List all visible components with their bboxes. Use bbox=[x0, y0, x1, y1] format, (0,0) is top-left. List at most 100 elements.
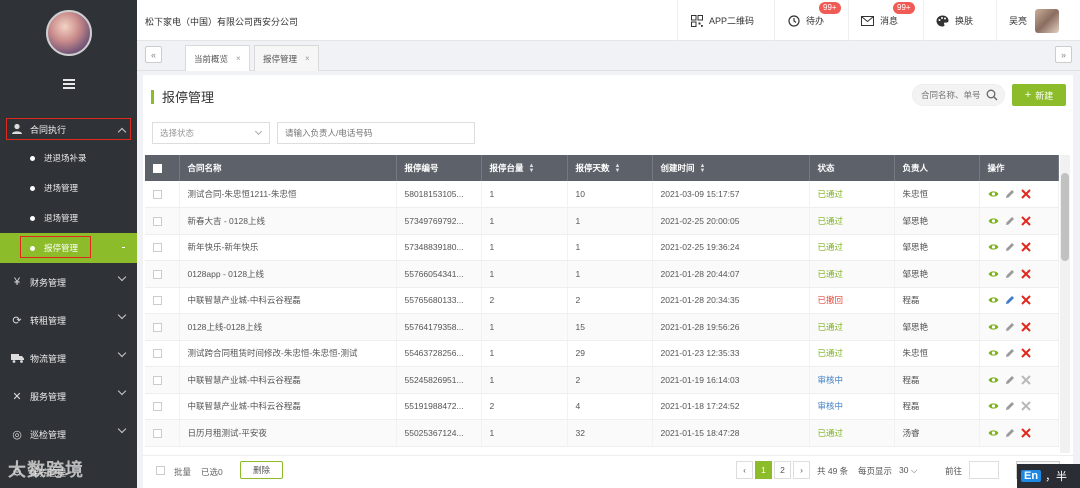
table-scrollbar[interactable] bbox=[1060, 155, 1070, 453]
new-button[interactable]: + 新建 bbox=[1012, 84, 1066, 106]
view-icon[interactable] bbox=[988, 429, 999, 437]
edit-icon[interactable] bbox=[1005, 428, 1015, 438]
view-icon[interactable] bbox=[988, 349, 999, 357]
view-icon[interactable] bbox=[988, 243, 999, 251]
view-icon[interactable] bbox=[988, 270, 999, 278]
sidebar-group-inspection[interactable]: ◎ 巡检管理 bbox=[0, 415, 137, 453]
view-icon[interactable] bbox=[988, 402, 999, 410]
table-row[interactable]: 0128app - 0128上线 55766054341... 1 1 2021-01-… bbox=[145, 260, 1059, 288]
cell-suspension-no: 57349769792... bbox=[396, 207, 482, 235]
search-box[interactable] bbox=[912, 84, 1005, 106]
sidebar-group-contract[interactable]: 合同执行 bbox=[0, 115, 137, 143]
delete-icon[interactable] bbox=[1020, 295, 1031, 305]
sort-icon[interactable]: ▲ ▼ bbox=[529, 163, 535, 174]
app-qr-button[interactable]: APP二维码 bbox=[677, 0, 766, 41]
table-row[interactable]: 日历月租测试-平安夜 55025367124... 1 32 2021-01-15 18… bbox=[145, 419, 1059, 447]
sidebar-item-exit-management[interactable]: 退场管理 bbox=[0, 203, 137, 233]
close-icon[interactable]: × bbox=[305, 54, 310, 63]
edit-icon[interactable] bbox=[1005, 216, 1015, 226]
skin-button[interactable]: 换肤 bbox=[923, 0, 985, 41]
delete-icon[interactable] bbox=[1020, 322, 1031, 332]
view-icon[interactable] bbox=[988, 217, 999, 225]
col-created-time[interactable]: 创建时间 ▲ ▼ bbox=[652, 155, 810, 181]
view-icon[interactable] bbox=[988, 323, 999, 331]
delete-icon[interactable] bbox=[1020, 375, 1031, 385]
tabs-next-button[interactable]: » bbox=[1055, 46, 1072, 63]
tabs-prev-button[interactable]: « bbox=[145, 46, 162, 63]
table-row[interactable]: 中联智慧产业城-中科云谷程磊 55245826951... 1 2 2021-01-19… bbox=[145, 366, 1059, 394]
goto-page-input[interactable] bbox=[969, 461, 999, 479]
delete-button[interactable]: 删除 bbox=[240, 461, 283, 479]
delete-icon[interactable] bbox=[1020, 428, 1031, 438]
edit-icon[interactable] bbox=[1005, 401, 1015, 411]
user-menu[interactable]: 吴亮 bbox=[996, 0, 1080, 41]
sidebar-avatar[interactable] bbox=[45, 10, 92, 56]
edit-icon[interactable] bbox=[1005, 322, 1015, 332]
sort-icon[interactable]: ▲ ▼ bbox=[700, 163, 706, 174]
row-checkbox[interactable] bbox=[153, 190, 162, 200]
sidebar-group-logistics[interactable]: 物流管理 bbox=[0, 339, 137, 377]
edit-icon[interactable] bbox=[1005, 269, 1015, 279]
messages-button[interactable]: 消息 99+ bbox=[848, 0, 915, 41]
tab-suspension[interactable]: 报停管理 × bbox=[254, 45, 319, 71]
table-row[interactable]: 新年快乐-新年快乐 57348839180... 1 1 2021-02-25 19:3… bbox=[145, 234, 1059, 261]
page-1[interactable]: 1 bbox=[755, 461, 772, 479]
row-checkbox[interactable] bbox=[153, 375, 162, 385]
status-select[interactable]: 选择状态 bbox=[152, 122, 270, 144]
row-checkbox[interactable] bbox=[153, 349, 162, 359]
table-row[interactable]: 新春大吉 - 0128上线 57349769792... 1 1 2021-02-25 … bbox=[145, 207, 1059, 235]
per-page-select[interactable]: 30 ⌵ bbox=[899, 465, 917, 476]
edit-icon[interactable] bbox=[1005, 242, 1015, 252]
table-row[interactable]: 中联智慧产业城-中科云谷程磊 55191988472... 2 4 2021-01-18… bbox=[145, 393, 1059, 420]
table-row[interactable]: 测试合同-朱忠恒1211-朱忠恒 58018153105... 1 10 2021-03… bbox=[145, 181, 1059, 208]
row-checkbox[interactable] bbox=[153, 428, 162, 438]
prev-page-button[interactable]: ‹ bbox=[736, 461, 753, 479]
delete-icon[interactable] bbox=[1020, 242, 1031, 252]
sidebar-group-sublease[interactable]: ⟳ 转租管理 bbox=[0, 301, 137, 339]
table-row[interactable]: 测试跨合同租赁时间修改-朱忠恒-朱忠恒-测试 55463728256... 1 29 2… bbox=[145, 340, 1059, 367]
sidebar-item-entry-management[interactable]: 进场管理 bbox=[0, 173, 137, 203]
edit-icon[interactable] bbox=[1005, 189, 1015, 199]
todo-button[interactable]: 待办 99+ bbox=[774, 0, 841, 41]
cell-suspension-no: 55766054341... bbox=[396, 260, 482, 288]
view-icon[interactable] bbox=[988, 376, 999, 384]
sort-icon[interactable]: ▲ ▼ bbox=[615, 163, 621, 174]
row-checkbox[interactable] bbox=[153, 296, 162, 306]
table-row[interactable]: 中联智慧产业城-中科云谷程磊 55765680133... 2 2 2021-01-28… bbox=[145, 287, 1059, 314]
tab-overview[interactable]: 当前概览 × bbox=[185, 45, 250, 71]
sidebar-item-entry-exit-supplement[interactable]: 进退场补录 bbox=[0, 143, 137, 173]
delete-icon[interactable] bbox=[1020, 269, 1031, 279]
cell-created-time: 2021-03-09 15:17:57 bbox=[652, 181, 810, 208]
view-icon[interactable] bbox=[988, 190, 999, 198]
edit-icon[interactable] bbox=[1005, 348, 1015, 358]
close-icon[interactable]: × bbox=[236, 54, 241, 63]
batch-checkbox[interactable] bbox=[156, 466, 165, 475]
search-icon[interactable] bbox=[986, 89, 998, 101]
person-phone-input[interactable] bbox=[277, 122, 475, 144]
delete-icon[interactable] bbox=[1020, 348, 1031, 358]
delete-icon[interactable] bbox=[1020, 216, 1031, 226]
edit-icon[interactable] bbox=[1005, 375, 1015, 385]
table-row[interactable]: 0128上线-0128上线 55764179358... 1 15 2021-01-28… bbox=[145, 313, 1059, 341]
next-page-button[interactable]: › bbox=[793, 461, 810, 479]
col-suspension-days[interactable]: 报停天数 ▲ ▼ bbox=[567, 155, 653, 181]
menu-toggle-icon[interactable] bbox=[0, 66, 137, 102]
sidebar-group-finance[interactable]: ¥ 财务管理 bbox=[0, 263, 137, 301]
cell-suspension-days: 1 bbox=[567, 260, 653, 288]
row-checkbox[interactable] bbox=[153, 216, 162, 226]
row-checkbox[interactable] bbox=[153, 269, 162, 279]
delete-icon[interactable] bbox=[1020, 401, 1031, 411]
edit-icon[interactable] bbox=[1005, 295, 1015, 305]
row-checkbox[interactable] bbox=[153, 243, 162, 253]
page-2[interactable]: 2 bbox=[774, 461, 791, 479]
select-all-checkbox[interactable] bbox=[153, 164, 162, 174]
sidebar-item-suspension-management[interactable]: 报停管理 bbox=[0, 233, 137, 263]
row-checkbox[interactable] bbox=[153, 322, 162, 332]
search-input[interactable] bbox=[921, 90, 981, 100]
view-icon[interactable] bbox=[988, 296, 999, 304]
row-checkbox[interactable] bbox=[153, 402, 162, 412]
col-suspension-qty[interactable]: 报停台量 ▲ ▼ bbox=[481, 155, 568, 181]
delete-icon[interactable] bbox=[1020, 189, 1031, 199]
status-badge: 已通过 bbox=[809, 340, 895, 367]
sidebar-group-service[interactable]: ✕ 服务管理 bbox=[0, 377, 137, 415]
